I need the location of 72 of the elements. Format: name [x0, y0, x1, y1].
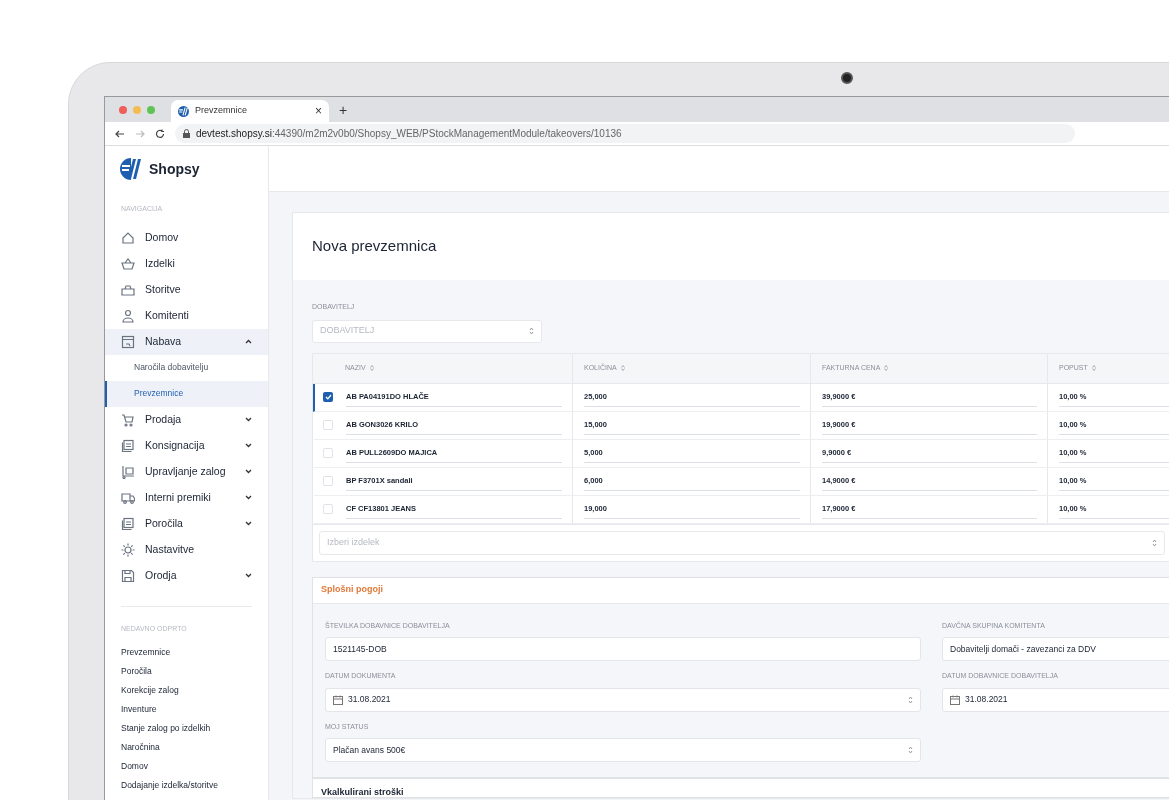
minimize-window-button[interactable] [133, 105, 141, 114]
recent-link[interactable]: Inventure [121, 703, 268, 716]
sort-icon [884, 365, 889, 371]
nav-item[interactable]: Poročila [105, 510, 268, 537]
bag-icon [121, 282, 135, 297]
sort-icon [1152, 538, 1157, 547]
sort-icon [1091, 365, 1096, 371]
date-field[interactable]: 31.08.2021 [942, 687, 1169, 712]
logo-text: Shopsy [149, 159, 200, 179]
home-icon [121, 230, 135, 245]
reload-icon[interactable] [155, 128, 165, 139]
nav-item[interactable]: Konsignacija [105, 432, 268, 459]
floppy-icon [121, 568, 135, 583]
checkbox[interactable] [323, 448, 333, 458]
checkbox[interactable] [323, 392, 333, 402]
tab-title: Prevzemnice [195, 104, 249, 118]
recent-link[interactable]: Poročila [121, 665, 268, 678]
nav-item[interactable]: Komitenti [105, 302, 268, 329]
nav-item[interactable]: Domov [105, 224, 268, 251]
basket-icon [121, 256, 135, 271]
calendar-icon [950, 694, 960, 705]
checkbox[interactable] [323, 420, 333, 430]
logo-icon [178, 105, 189, 117]
input-field[interactable]: 1521145-DOB [325, 637, 921, 661]
section-title: Splošni pogoji [321, 583, 383, 597]
section-title: Vkalkulirani stroški [321, 788, 404, 797]
checkbox[interactable] [323, 504, 333, 514]
page-title: Nova prevzemnica [312, 236, 437, 257]
cart-icon [121, 412, 135, 427]
nav-item[interactable]: Nastavitve [105, 536, 268, 563]
recent-link[interactable]: Korekcije zalog [121, 684, 268, 697]
nav-item[interactable]: Prodaja [105, 406, 268, 433]
maximize-window-button[interactable] [147, 105, 155, 114]
back-icon[interactable] [115, 128, 125, 139]
nav-item[interactable]: Interni premiki [105, 484, 268, 511]
nav-item[interactable]: Upravljanje zalog [105, 458, 268, 485]
close-window-button[interactable] [119, 105, 127, 114]
status-select[interactable]: Plačan avans 500€ [325, 738, 921, 762]
recent-link[interactable]: Prevzemnice [121, 646, 268, 659]
sort-icon [369, 365, 374, 371]
sort-icon [908, 746, 913, 754]
sort-icon [529, 327, 534, 335]
sort-icon [908, 695, 913, 704]
browser-tab[interactable]: Prevzemnice × [171, 100, 329, 122]
url-text: devtest.shopsy.si:44390/m2m2v0b0/Shopsy_WEB/PStockManagementModule/takeovers/10136 [196, 127, 622, 141]
recent-link[interactable]: Domov [121, 760, 268, 773]
date-field[interactable]: 31.08.2021 [325, 687, 921, 712]
truck-icon [121, 490, 135, 505]
nav-item[interactable]: Storitve [105, 276, 268, 303]
dolly-icon [121, 464, 135, 479]
recent-link[interactable]: Stanje zalog po izdelkih [121, 722, 268, 735]
tab-close-button[interactable]: × [315, 105, 322, 117]
nav-subitem[interactable]: Naročila dobavitelju [105, 354, 268, 381]
input-field[interactable]: Dobavitelji domači - zavezanci za DDV [942, 637, 1169, 661]
sort-icon [620, 365, 625, 371]
inbox-icon [121, 334, 135, 349]
nav-subitem[interactable]: Prevzemnice [105, 380, 268, 407]
recent-link[interactable]: Naročnina [121, 741, 268, 754]
gear-icon [121, 542, 135, 557]
nav-item[interactable]: Izdelki [105, 250, 268, 277]
forward-icon[interactable] [135, 128, 145, 139]
logo-icon [120, 158, 144, 180]
calendar-icon [333, 694, 343, 705]
stack-icon [121, 438, 135, 453]
checkbox[interactable] [323, 476, 333, 486]
new-tab-button[interactable]: + [339, 102, 348, 117]
recent-link[interactable]: Dodajanje izdelka/storitve [121, 779, 268, 792]
user-icon [121, 308, 135, 323]
nav-item[interactable]: Orodja [105, 562, 268, 589]
stack-icon [121, 516, 135, 531]
lock-icon [183, 129, 190, 138]
url-field[interactable]: devtest.shopsy.si:44390/m2m2v0b0/Shopsy_WEB/PStockManagementModule/takeovers/10136 [175, 124, 1075, 143]
